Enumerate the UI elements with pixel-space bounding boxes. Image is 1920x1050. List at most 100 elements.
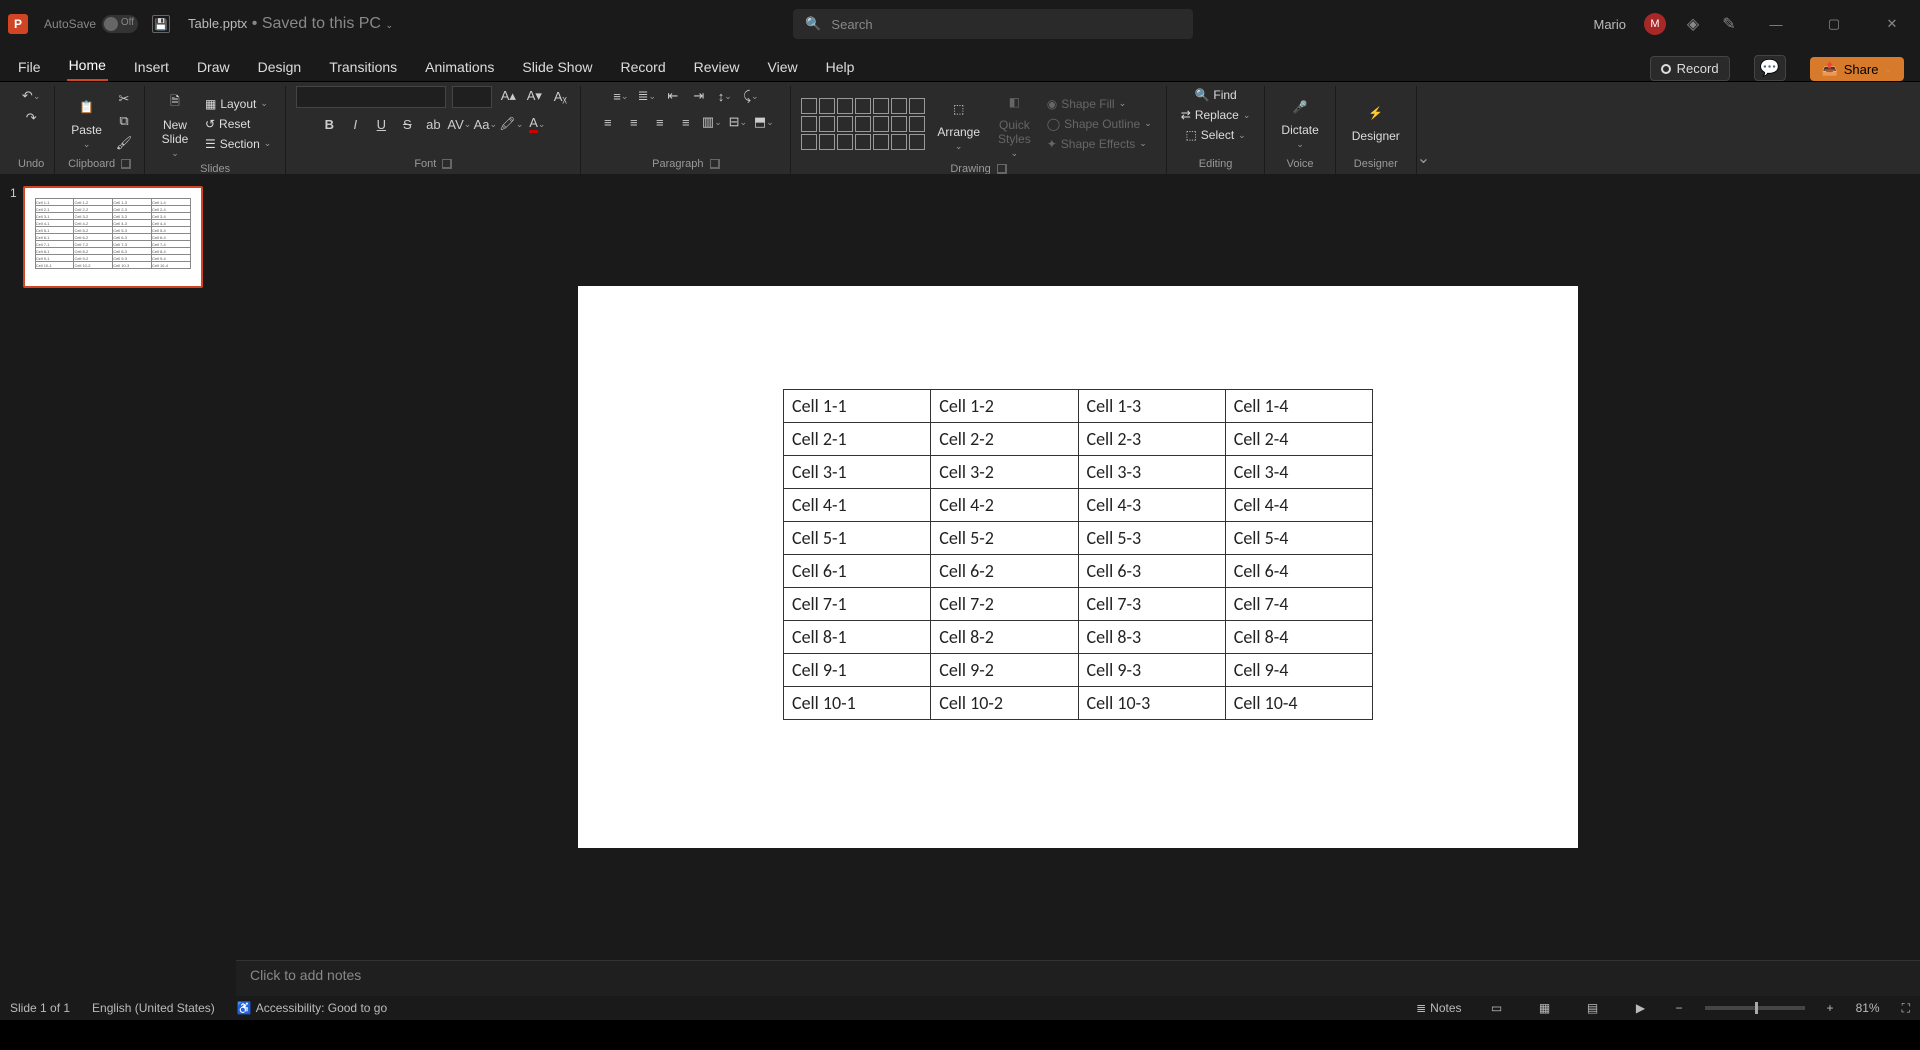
table-cell[interactable]: Cell 3-2 <box>931 456 1078 489</box>
dictate-button[interactable]: 🎤Dictate⌄ <box>1275 91 1324 152</box>
align-center-button[interactable]: ≡ <box>624 112 644 132</box>
clear-formatting-button[interactable]: Aᵪ <box>550 86 570 106</box>
designer-button[interactable]: ⚡Designer <box>1346 97 1406 145</box>
underline-button[interactable]: U <box>371 114 391 134</box>
shapes-gallery[interactable] <box>801 98 925 150</box>
text-direction-button[interactable]: ⤹⌄ <box>741 86 761 106</box>
tab-help[interactable]: Help <box>824 53 857 81</box>
numbering-button[interactable]: ≣⌄ <box>637 86 657 106</box>
select-button[interactable]: ⬚ Select⌄ <box>1181 126 1249 144</box>
maximize-button[interactable]: ▢ <box>1814 9 1854 39</box>
bold-button[interactable]: B <box>319 114 339 134</box>
table-cell[interactable]: Cell 7-1 <box>784 588 931 621</box>
cut-button[interactable]: ✂ <box>114 89 134 109</box>
accessibility-button[interactable]: ♿Accessibility: Good to go <box>237 1001 387 1015</box>
zoom-slider[interactable] <box>1705 1006 1805 1010</box>
table-cell[interactable]: Cell 8-2 <box>931 621 1078 654</box>
columns-button[interactable]: ▥⌄ <box>702 112 722 132</box>
replace-button[interactable]: ⇄ Replace ⌄ <box>1177 106 1255 124</box>
char-spacing-button[interactable]: AV⌄ <box>449 114 469 134</box>
tab-file[interactable]: File <box>16 53 43 81</box>
zoom-level[interactable]: 81% <box>1856 1001 1880 1015</box>
font-family-combo[interactable] <box>296 86 446 108</box>
font-dialog-launcher[interactable] <box>442 159 452 169</box>
slideshow-view-button[interactable]: ▶ <box>1628 999 1654 1017</box>
table-cell[interactable]: Cell 9-1 <box>784 654 931 687</box>
table-cell[interactable]: Cell 10-1 <box>784 687 931 720</box>
save-icon[interactable]: 💾 <box>152 15 170 33</box>
thumbnail-preview[interactable]: Cell 1-1Cell 1-2Cell 1-3Cell 1-4Cell 2-1… <box>23 186 203 288</box>
tab-insert[interactable]: Insert <box>132 53 171 81</box>
slide-counter[interactable]: Slide 1 of 1 <box>10 1001 70 1015</box>
tab-transitions[interactable]: Transitions <box>327 53 399 81</box>
table-cell[interactable]: Cell 7-2 <box>931 588 1078 621</box>
slide-table[interactable]: Cell 1-1Cell 1-2Cell 1-3Cell 1-4Cell 2-1… <box>783 389 1373 720</box>
table-cell[interactable]: Cell 1-1 <box>784 390 931 423</box>
tab-review[interactable]: Review <box>692 53 742 81</box>
slide-canvas[interactable]: Cell 1-1Cell 1-2Cell 1-3Cell 1-4Cell 2-1… <box>236 174 1920 960</box>
table-cell[interactable]: Cell 5-1 <box>784 522 931 555</box>
table-cell[interactable]: Cell 6-1 <box>784 555 931 588</box>
table-cell[interactable]: Cell 4-3 <box>1078 489 1225 522</box>
share-button[interactable]: 📤Share⌄ <box>1810 57 1904 81</box>
table-cell[interactable]: Cell 1-3 <box>1078 390 1225 423</box>
format-painter-button[interactable]: 🖌 <box>114 133 134 153</box>
table-cell[interactable]: Cell 2-3 <box>1078 423 1225 456</box>
slide-thumbnail[interactable]: 1 Cell 1-1Cell 1-2Cell 1-3Cell 1-4Cell 2… <box>10 186 226 288</box>
strikethrough-button[interactable]: S <box>397 114 417 134</box>
new-slide-button[interactable]: 🗎 New Slide⌄ <box>155 86 195 161</box>
align-left-button[interactable]: ≡ <box>598 112 618 132</box>
table-cell[interactable]: Cell 1-4 <box>1225 390 1372 423</box>
paste-button[interactable]: 📋 Paste⌄ <box>65 91 108 152</box>
change-case-button[interactable]: Aa⌄ <box>475 114 495 134</box>
smartart-button[interactable]: ⬒⌄ <box>754 112 774 132</box>
arrange-button[interactable]: ⬚Arrange⌄ <box>931 93 986 154</box>
thumbnail-pane[interactable]: 1 Cell 1-1Cell 1-2Cell 1-3Cell 1-4Cell 2… <box>0 174 236 996</box>
pen-icon[interactable]: ✎ <box>1720 15 1738 33</box>
redo-button[interactable]: ↷ <box>21 108 41 128</box>
table-cell[interactable]: Cell 10-2 <box>931 687 1078 720</box>
table-cell[interactable]: Cell 5-2 <box>931 522 1078 555</box>
italic-button[interactable]: I <box>345 114 365 134</box>
toggle-switch[interactable]: Off <box>102 15 138 33</box>
table-cell[interactable]: Cell 2-4 <box>1225 423 1372 456</box>
tab-animations[interactable]: Animations <box>423 53 496 81</box>
zoom-in-button[interactable]: + <box>1827 1001 1834 1015</box>
table-cell[interactable]: Cell 6-3 <box>1078 555 1225 588</box>
table-cell[interactable]: Cell 2-2 <box>931 423 1078 456</box>
tab-home[interactable]: Home <box>67 51 108 81</box>
reset-button[interactable]: ↺ Reset <box>201 115 275 133</box>
search-input[interactable]: 🔍 Search <box>793 9 1193 39</box>
layout-button[interactable]: ▦ Layout⌄ <box>201 95 275 113</box>
increase-font-button[interactable]: A▴ <box>498 86 518 106</box>
comments-button[interactable]: 💬 <box>1754 55 1786 81</box>
table-cell[interactable]: Cell 10-4 <box>1225 687 1372 720</box>
align-text-button[interactable]: ⊟⌄ <box>728 112 748 132</box>
section-button[interactable]: ☰ Section⌄ <box>201 135 275 153</box>
undo-button[interactable]: ↶⌄ <box>21 86 41 106</box>
table-cell[interactable]: Cell 4-2 <box>931 489 1078 522</box>
fit-to-window-button[interactable]: ⛶ <box>1902 1001 1910 1016</box>
language-button[interactable]: English (United States) <box>92 1001 215 1015</box>
minimize-button[interactable]: ― <box>1756 9 1796 39</box>
tab-design[interactable]: Design <box>256 53 304 81</box>
bullets-button[interactable]: ≡⌄ <box>611 86 631 106</box>
line-spacing-button[interactable]: ↕⌄ <box>715 86 735 106</box>
drawing-dialog-launcher[interactable] <box>997 164 1007 174</box>
tab-view[interactable]: View <box>766 53 800 81</box>
table-cell[interactable]: Cell 9-4 <box>1225 654 1372 687</box>
table-cell[interactable]: Cell 6-2 <box>931 555 1078 588</box>
find-button[interactable]: 🔍 Find <box>1190 86 1240 104</box>
diamond-icon[interactable]: ◈ <box>1684 15 1702 33</box>
align-right-button[interactable]: ≡ <box>650 112 670 132</box>
normal-view-button[interactable]: ▭ <box>1484 999 1510 1017</box>
record-button[interactable]: Record <box>1650 56 1730 81</box>
document-title[interactable]: Table.pptx • Saved to this PC ⌄ <box>188 15 393 33</box>
table-cell[interactable]: Cell 1-2 <box>931 390 1078 423</box>
zoom-out-button[interactable]: − <box>1676 1001 1683 1015</box>
sorter-view-button[interactable]: ▦ <box>1532 999 1558 1017</box>
font-color-button[interactable]: A⌄ <box>527 114 547 134</box>
table-cell[interactable]: Cell 6-4 <box>1225 555 1372 588</box>
notes-pane[interactable]: Click to add notes <box>236 960 1920 996</box>
table-cell[interactable]: Cell 9-3 <box>1078 654 1225 687</box>
